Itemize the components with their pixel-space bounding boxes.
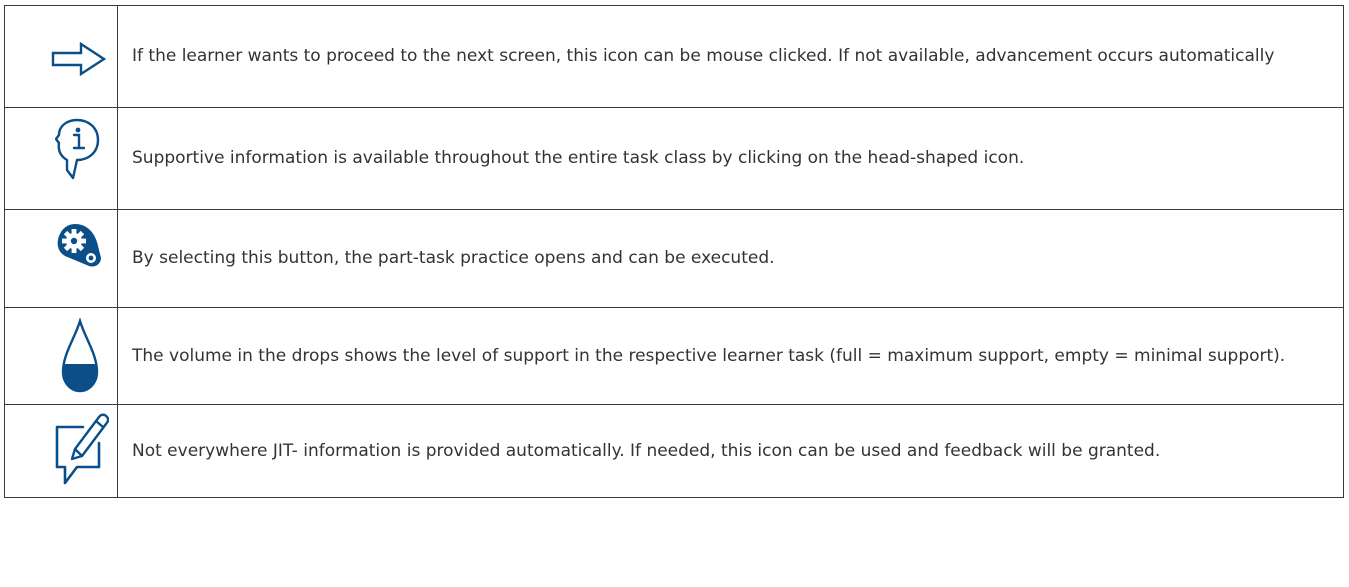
gear-practice-icon xyxy=(55,220,101,270)
table-row: By selecting this button, the part-task … xyxy=(4,209,1344,308)
table-row: If the learner wants to proceed to the n… xyxy=(4,5,1344,108)
icon-cell xyxy=(4,107,118,210)
table-row: Not everywhere JIT- information is provi… xyxy=(4,404,1344,498)
head-info-icon xyxy=(55,118,101,180)
icon-cell xyxy=(4,307,118,405)
icon-cell xyxy=(4,5,118,108)
icon-legend-table: If the learner wants to proceed to the n… xyxy=(4,5,1344,498)
table-row: The volume in the drops shows the level … xyxy=(4,307,1344,405)
feedback-pencil-icon xyxy=(53,411,109,487)
drop-icon xyxy=(61,318,99,394)
icon-cell xyxy=(4,209,118,308)
row-description: Supportive information is available thro… xyxy=(117,107,1344,210)
table-row: Supportive information is available thro… xyxy=(4,107,1344,210)
row-description: By selecting this button, the part-task … xyxy=(117,209,1344,308)
icon-cell xyxy=(4,404,118,498)
row-description: The volume in the drops shows the level … xyxy=(117,307,1344,405)
row-description: Not everywhere JIT- information is provi… xyxy=(117,404,1344,498)
row-description: If the learner wants to proceed to the n… xyxy=(117,5,1344,108)
arrow-right-icon xyxy=(51,42,107,76)
